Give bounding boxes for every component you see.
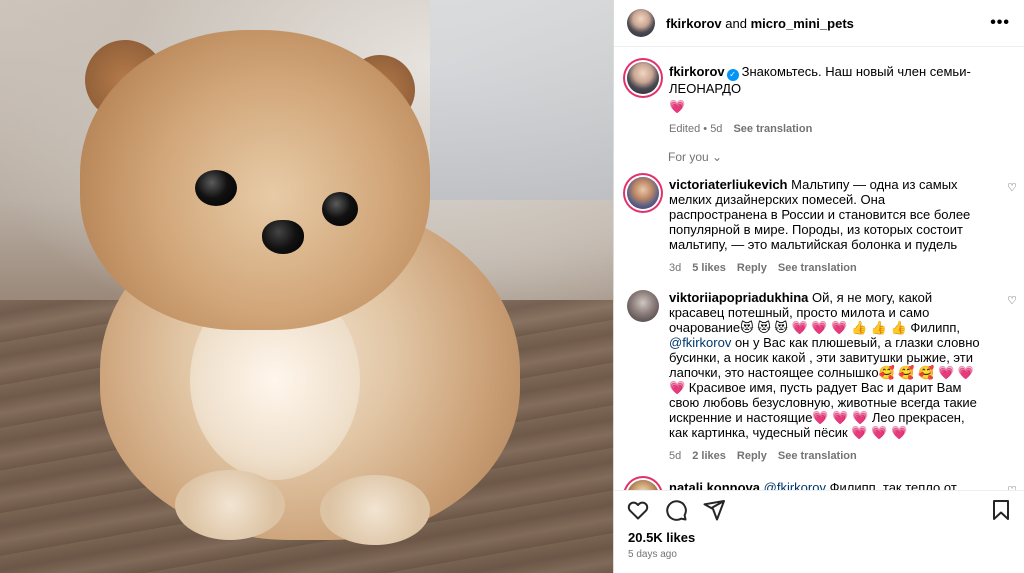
comment-meta: 3d 5 likes Reply See translation <box>669 262 985 274</box>
photo-window <box>430 0 613 200</box>
puppy-paw-right <box>320 475 430 545</box>
comment-mention[interactable]: @fkirkorov <box>669 335 731 350</box>
post-side-panel: fkirkorov and micro_mini_pets ••• fkirko… <box>613 0 1024 573</box>
comment-icon[interactable] <box>664 498 688 522</box>
chevron-down-icon: ⌄ <box>712 150 723 164</box>
share-icon[interactable] <box>702 498 726 522</box>
caption-time[interactable]: 5d <box>710 123 722 135</box>
comments-list[interactable]: fkirkorov ✓ Знакомьтесь. Наш новый член се… <box>614 48 1024 490</box>
caption-avatar[interactable] <box>627 62 659 94</box>
caption-edited: Edited <box>669 123 701 135</box>
puppy-eye-right <box>322 192 358 226</box>
comment-text: victoriaterliukevich Мальтипу — одна из … <box>669 177 985 252</box>
caption: fkirkorov ✓ Знакомьтесь. Наш новый член се… <box>614 62 1024 135</box>
author-avatar[interactable] <box>627 9 655 37</box>
authors-joiner: and <box>721 15 751 31</box>
comment-body-part-2: он у Вас как плюшевый, а глазки словно б… <box>669 335 980 440</box>
action-icons <box>614 491 1024 525</box>
caption-emoji: 💗 <box>669 99 686 114</box>
comment-avatar[interactable] <box>627 480 659 490</box>
likes-count[interactable]: 20.5K likes <box>628 530 1024 545</box>
post-authors: fkirkorov and micro_mini_pets <box>666 16 854 31</box>
verified-badge-icon: ✓ <box>726 69 739 81</box>
comment-item: victoriaterliukevich Мальтипу — одна из … <box>614 177 1024 274</box>
comment-avatar[interactable] <box>627 177 659 209</box>
caption-see-translation[interactable]: See translation <box>733 123 812 135</box>
comment-like-heart-icon[interactable]: ♡ <box>1007 294 1017 307</box>
post-header: fkirkorov and micro_mini_pets ••• <box>614 0 1024 47</box>
comment-item: natali.konnova @fkirkorov Филипп, так те… <box>614 480 1024 490</box>
comment-time[interactable]: 3d <box>669 262 681 274</box>
for-you-label: For you <box>668 150 709 164</box>
comment-username[interactable]: viktoriiapopriadukhina <box>669 290 808 305</box>
bookmark-icon[interactable] <box>989 498 1013 522</box>
post-dialog: fkirkorov and micro_mini_pets ••• fkirko… <box>0 0 1024 573</box>
reply-button[interactable]: Reply <box>737 262 767 274</box>
caption-dot: • <box>703 123 708 135</box>
reply-button[interactable]: Reply <box>737 450 767 462</box>
see-translation-button[interactable]: See translation <box>778 450 857 462</box>
comment-mention[interactable]: @fkirkorov <box>764 480 826 490</box>
comment-avatar[interactable] <box>627 290 659 322</box>
heart-icon[interactable] <box>626 498 650 522</box>
comments-filter[interactable]: For you ⌄ <box>668 150 1024 164</box>
author-username[interactable]: fkirkorov <box>666 16 722 31</box>
puppy-eye-left <box>195 170 237 206</box>
comment-like-heart-icon[interactable]: ♡ <box>1007 181 1017 194</box>
comment-username[interactable]: victoriaterliukevich <box>669 177 788 192</box>
comment-likes[interactable]: 5 likes <box>692 262 726 274</box>
collab-username[interactable]: micro_mini_pets <box>751 16 854 31</box>
puppy-paw-left <box>175 470 285 540</box>
caption-meta: Edited • 5d See translation <box>669 123 985 135</box>
comment-text: viktoriiapopriadukhina Ой, я не могу, ка… <box>669 290 985 440</box>
comment-likes[interactable]: 2 likes <box>692 450 726 462</box>
comment-meta: 5d 2 likes Reply See translation <box>669 450 985 462</box>
more-horizontal-icon[interactable]: ••• <box>990 14 1010 32</box>
comment-time[interactable]: 5d <box>669 450 681 462</box>
puppy-head <box>80 30 430 330</box>
post-actions: 20.5K likes 5 days ago <box>614 490 1024 573</box>
post-photo[interactable] <box>0 0 613 573</box>
caption-username[interactable]: fkirkorov <box>669 64 725 79</box>
comment-text: natali.konnova @fkirkorov Филипп, так те… <box>669 480 985 490</box>
comment-username[interactable]: natali.konnova <box>669 480 760 490</box>
see-translation-button[interactable]: See translation <box>778 262 857 274</box>
puppy-nose <box>262 220 304 254</box>
comment-item: viktoriiapopriadukhina Ой, я не могу, ка… <box>614 290 1024 462</box>
caption-text: fkirkorov ✓ Знакомьтесь. Наш новый член се… <box>669 62 985 114</box>
post-date[interactable]: 5 days ago <box>628 549 1024 560</box>
